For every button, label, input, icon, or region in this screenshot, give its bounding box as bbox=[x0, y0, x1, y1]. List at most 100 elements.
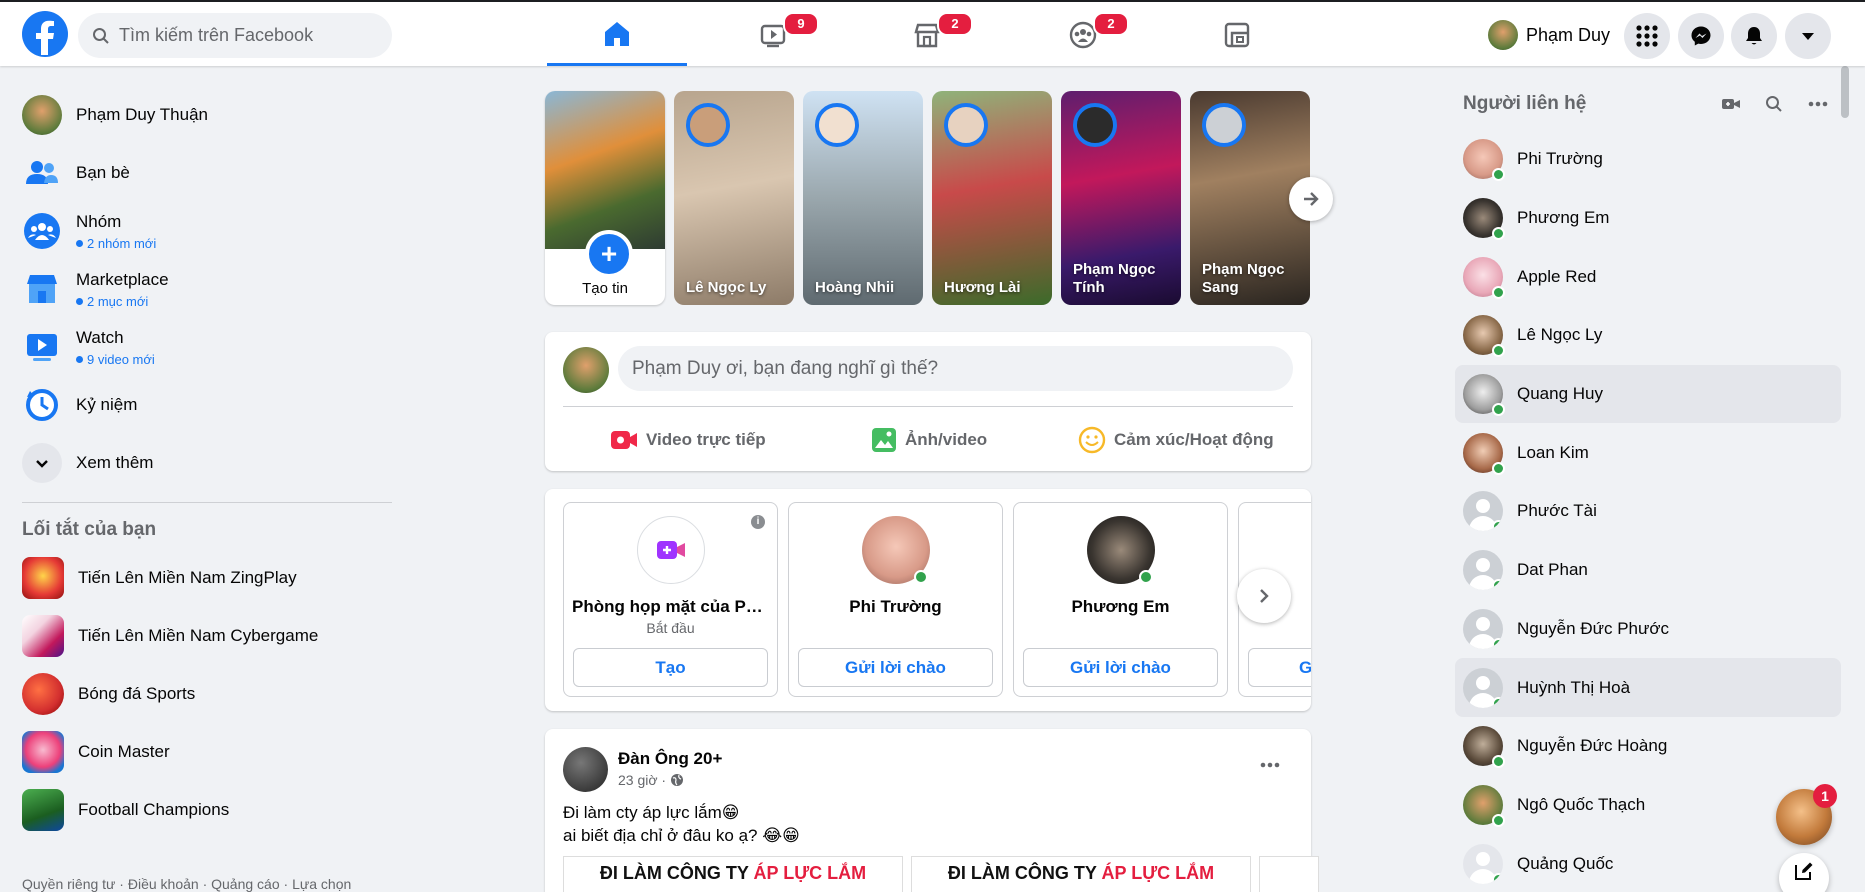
page-scrollbar[interactable] bbox=[1839, 66, 1851, 892]
contact-item[interactable]: Phi Trường bbox=[1455, 130, 1841, 189]
avatar bbox=[1463, 784, 1505, 827]
sidebar-item-profile[interactable]: Phạm Duy Thuận bbox=[10, 86, 400, 144]
profile-button[interactable]: Phạm Duy bbox=[1484, 15, 1620, 55]
tab-gaming[interactable] bbox=[1167, 4, 1307, 66]
post-image[interactable]: ĐI LÀM CÔNG TY ÁP LỰC LẮM bbox=[563, 856, 903, 892]
contact-item[interactable]: Loan Kim bbox=[1455, 423, 1841, 482]
avatar bbox=[1463, 374, 1505, 417]
messenger-button[interactable] bbox=[1678, 13, 1724, 59]
create-room-button[interactable]: Tạo bbox=[573, 648, 768, 687]
create-story-card[interactable]: + Tạo tin bbox=[545, 91, 665, 305]
story-name: Hoàng Nhii bbox=[815, 279, 895, 296]
composer-input[interactable]: Phạm Duy ơi, bạn đang nghĩ gì thế? bbox=[618, 346, 1293, 391]
live-video-button[interactable]: Video trực tiếp bbox=[610, 420, 766, 460]
divider bbox=[563, 406, 1293, 407]
notifications-button[interactable] bbox=[1731, 13, 1777, 59]
profile-name: Phạm Duy bbox=[1526, 24, 1611, 45]
wave-button[interactable]: Gửi lời chào bbox=[798, 648, 993, 687]
stories-next-button[interactable] bbox=[1289, 177, 1333, 221]
room-card: Phi Trường Gửi lời chào bbox=[788, 502, 1003, 697]
story-card[interactable]: Hoàng Nhii bbox=[803, 91, 923, 305]
sidebar-item-groups[interactable]: Nhóm 2 nhóm mới bbox=[10, 202, 400, 260]
shortcut-item[interactable]: Football Champions bbox=[10, 781, 400, 839]
feeling-activity-button[interactable]: Cảm xúc/Hoạt động bbox=[1078, 420, 1274, 460]
info-icon[interactable]: i bbox=[751, 515, 765, 529]
globe-icon bbox=[671, 774, 684, 786]
contact-name: Apple Red bbox=[1517, 266, 1597, 286]
search-bar[interactable] bbox=[78, 13, 392, 58]
contacts-options-button[interactable] bbox=[1806, 92, 1830, 116]
footer-links[interactable]: Quyền riêng tư · Điều khoản · Quảng cáo … bbox=[22, 876, 351, 892]
story-avatar bbox=[1202, 103, 1246, 147]
post-options-button[interactable] bbox=[1252, 747, 1288, 783]
chevron-right-icon bbox=[1260, 589, 1269, 603]
contact-item[interactable]: Phước Tài bbox=[1455, 482, 1841, 541]
caret-down-icon bbox=[1802, 33, 1814, 40]
contact-item[interactable]: Dat Phan bbox=[1455, 541, 1841, 600]
online-indicator bbox=[1492, 461, 1505, 475]
scrollbar-thumb[interactable] bbox=[1841, 66, 1849, 118]
contact-item[interactable]: Quang Huy bbox=[1455, 364, 1841, 424]
story-card[interactable]: Phạm Ngọc Tính bbox=[1061, 91, 1181, 305]
contact-item[interactable]: Nguyễn Đức Phước bbox=[1455, 600, 1841, 659]
sidebar-item-memories[interactable]: Kỷ niệm bbox=[10, 376, 400, 434]
game-icon bbox=[22, 557, 64, 599]
contacts-title: Người liên hệ bbox=[1463, 93, 1587, 114]
story-card[interactable]: Lê Ngọc Ly bbox=[674, 91, 794, 305]
contact-name: Phương Em bbox=[1517, 208, 1610, 228]
wave-button[interactable]: G bbox=[1248, 648, 1311, 687]
new-room-button[interactable] bbox=[1719, 92, 1743, 116]
contact-name: Nguyễn Đức Phước bbox=[1517, 618, 1670, 638]
photo-video-button[interactable]: Ảnh/video bbox=[871, 420, 987, 460]
shortcut-item[interactable]: Tiến Lên Miền Nam ZingPlay bbox=[10, 549, 400, 607]
contact-item[interactable]: Lê Ngọc Ly bbox=[1455, 306, 1841, 365]
sidebar-item-marketplace[interactable]: Marketplace 2 mục mới bbox=[10, 260, 400, 318]
post-author[interactable]: Đàn Ông 20+ bbox=[618, 749, 722, 769]
sidebar-item-friends[interactable]: Bạn bè bbox=[10, 144, 400, 202]
story-name: Phạm Ngọc Tính bbox=[1073, 261, 1156, 296]
account-dropdown-button[interactable] bbox=[1785, 13, 1831, 59]
watch-icon bbox=[22, 327, 62, 367]
shortcut-item[interactable]: Coin Master bbox=[10, 723, 400, 781]
shortcuts-title: Lối tắt của bạn bbox=[22, 519, 157, 540]
search-contacts-button[interactable] bbox=[1762, 92, 1786, 116]
tab-groups[interactable]: 2 bbox=[1013, 4, 1153, 66]
stories-tray: + Tạo tin Lê Ngọc Ly Hoàng Nhii Hương Là… bbox=[545, 91, 1333, 305]
contacts-header: Người liên hệ bbox=[1455, 86, 1841, 122]
sidebar-item-label: Phạm Duy Thuận bbox=[76, 105, 208, 124]
contact-name: Huỳnh Thị Hoà bbox=[1517, 677, 1631, 697]
post-timestamp[interactable]: 23 giờ · bbox=[618, 772, 684, 788]
sidebar-item-sub: 2 mục mới bbox=[76, 294, 169, 309]
post-image[interactable]: ĐI LÀM CÔNG TY ÁP LỰC LẮM bbox=[911, 856, 1251, 892]
shortcut-item[interactable]: Bóng đá Sports bbox=[10, 665, 400, 723]
rooms-next-button[interactable] bbox=[1237, 569, 1291, 623]
story-card[interactable]: Hương Lài bbox=[932, 91, 1052, 305]
room-title: Phòng họp mặt của Ph... bbox=[572, 597, 769, 616]
room-subtitle: Bắt đầu bbox=[646, 620, 695, 636]
plus-icon: + bbox=[585, 230, 633, 278]
see-more-button[interactable]: Xem thêm bbox=[10, 434, 400, 492]
search-input[interactable] bbox=[119, 25, 379, 46]
post-image[interactable] bbox=[1259, 856, 1319, 892]
top-navigation-bar: 9 2 2 Phạm Duy bbox=[0, 0, 1865, 66]
contact-item[interactable]: Huỳnh Thị Hoà bbox=[1455, 658, 1841, 717]
create-story-label: Tạo tin bbox=[582, 280, 628, 297]
clock-icon bbox=[22, 385, 62, 425]
avatar[interactable] bbox=[563, 747, 608, 792]
wave-button[interactable]: Gửi lời chào bbox=[1023, 648, 1218, 687]
tab-marketplace[interactable]: 2 bbox=[857, 4, 997, 66]
menu-button[interactable] bbox=[1624, 13, 1670, 59]
tab-home[interactable] bbox=[547, 4, 687, 66]
contact-item[interactable]: Phương Em bbox=[1455, 189, 1841, 248]
contact-item[interactable]: Nguyễn Đức Hoàng bbox=[1455, 717, 1841, 776]
avatar bbox=[22, 95, 62, 135]
contact-name: Quang Huy bbox=[1517, 384, 1603, 404]
shortcut-item[interactable]: Tiến Lên Miền Nam Cybergame bbox=[10, 607, 400, 665]
sidebar-item-watch[interactable]: Watch 9 video mới bbox=[10, 318, 400, 376]
default-avatar-icon bbox=[1463, 491, 1503, 532]
contact-name: Phước Tài bbox=[1517, 501, 1597, 521]
contact-item[interactable]: Apple Red bbox=[1455, 247, 1841, 306]
facebook-logo-icon[interactable] bbox=[22, 11, 68, 57]
tab-watch[interactable]: 9 bbox=[703, 4, 843, 66]
shortcut-label: Bóng đá Sports bbox=[78, 684, 196, 703]
